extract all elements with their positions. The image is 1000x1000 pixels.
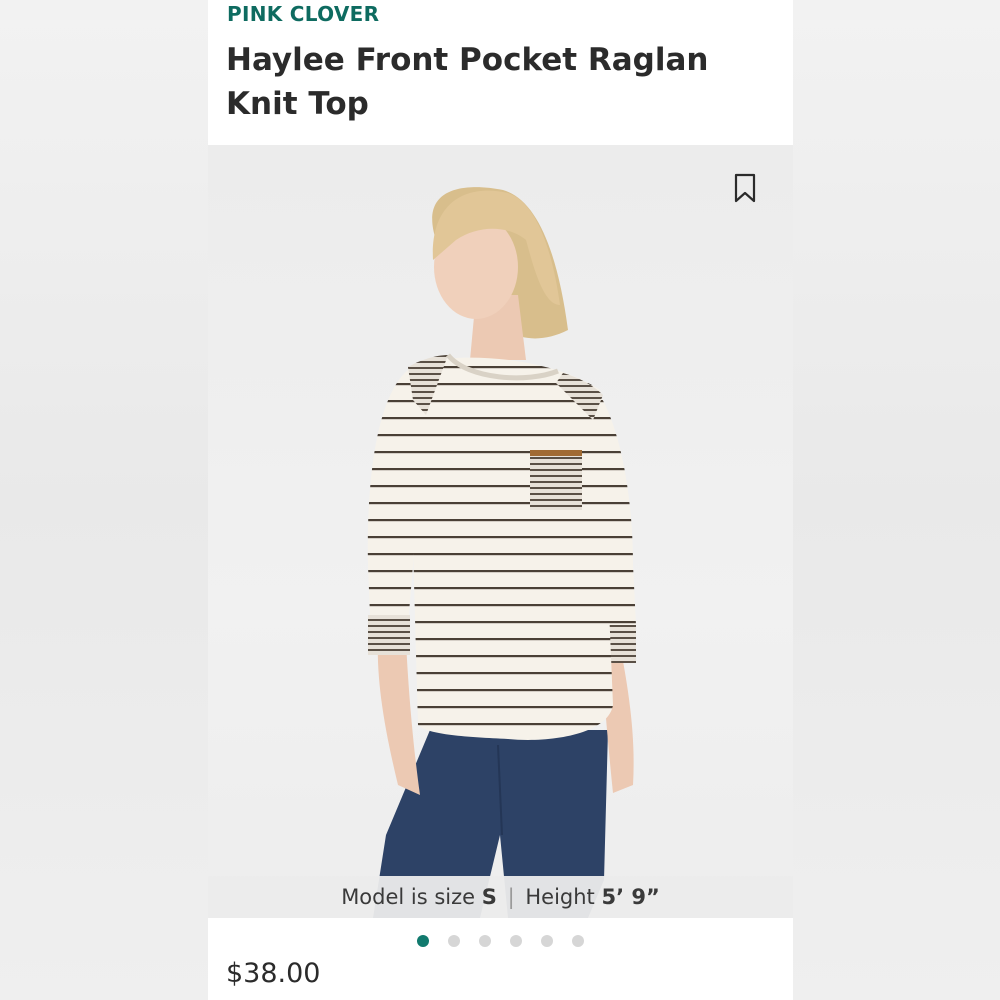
carousel-dot-1[interactable] (416, 934, 429, 947)
brand-link[interactable]: PINK CLOVER (227, 2, 379, 26)
background-right (793, 0, 1000, 1000)
product-title: Haylee Front Pocket Raglan Knit Top (226, 42, 709, 122)
carousel-dot-6[interactable] (572, 934, 585, 947)
model-info-bar: Model is size S | Height 5’ 9” (208, 876, 793, 918)
model-illustration (367, 187, 636, 918)
separator: | (507, 885, 515, 909)
carousel-dot-3[interactable] (478, 934, 491, 947)
product-photo[interactable] (208, 145, 793, 918)
carousel-dot-2[interactable] (447, 934, 460, 947)
model-size-value: S (481, 885, 497, 909)
carousel-dot-4[interactable] (510, 934, 523, 947)
model-size-label: Model is size (341, 885, 476, 909)
background-left (0, 0, 208, 1000)
carousel-dot-5[interactable] (541, 934, 554, 947)
model-height-label: Height (525, 885, 595, 909)
product-card: PINK CLOVER Haylee Front Pocket Raglan K… (208, 0, 793, 1000)
bookmark-icon[interactable] (734, 173, 756, 203)
product-price: $38.00 (226, 958, 321, 989)
model-height-value: 5’ 9” (601, 885, 660, 909)
carousel-dots (208, 930, 793, 947)
